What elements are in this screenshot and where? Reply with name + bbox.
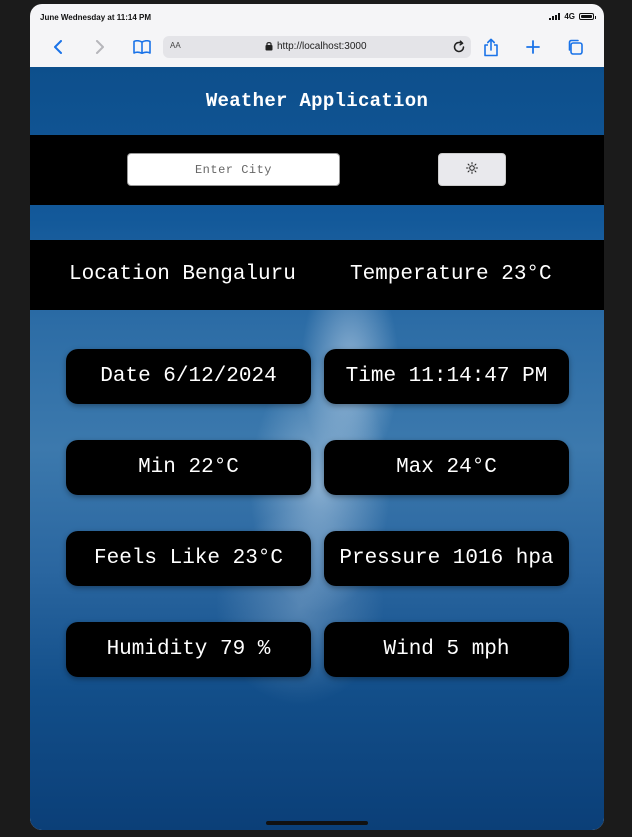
temperature-label: Temperature 23°C (350, 263, 552, 286)
battery-icon (579, 13, 596, 20)
date-card: Date 6/12/2024 (66, 349, 311, 404)
url-text: http://localhost:3000 (277, 41, 367, 52)
humidity-card: Humidity 79 % (66, 622, 311, 677)
network-label: 4G (564, 12, 575, 21)
home-indicator[interactable] (266, 821, 368, 825)
forward-icon[interactable] (89, 37, 109, 57)
new-tab-icon[interactable] (523, 37, 543, 57)
bookmarks-icon[interactable] (132, 37, 152, 57)
text-size-button[interactable]: AA (170, 41, 181, 50)
status-bar: June Wednesday at 11:14 PM 4G (30, 4, 604, 28)
time-card: Time 11:14:47 PM (324, 349, 569, 404)
search-bar (30, 135, 604, 205)
page-title: Weather Application (205, 90, 429, 112)
feels-like-card: Feels Like 23°C (66, 531, 311, 586)
tablet-screen: June Wednesday at 11:14 PM 4G AA http://… (30, 4, 604, 830)
lock-icon (265, 41, 273, 54)
browser-toolbar: AA http://localhost:3000 (30, 28, 604, 66)
reload-icon[interactable] (450, 38, 468, 56)
wind-card: Wind 5 mph (324, 622, 569, 677)
search-button[interactable] (438, 153, 506, 186)
signal-icon (549, 13, 561, 20)
status-time: June Wednesday at 11:14 PM (40, 13, 152, 22)
max-temp-card: Max 24°C (324, 440, 569, 495)
min-temp-card: Min 22°C (66, 440, 311, 495)
status-indicators: 4G (549, 12, 596, 21)
sun-icon (466, 162, 478, 177)
pressure-card: Pressure 1016 hpa (324, 531, 569, 586)
weather-page: Weather Application Location Bengaluru T… (30, 67, 604, 830)
share-icon[interactable] (481, 37, 501, 57)
back-icon[interactable] (49, 37, 69, 57)
current-summary: Location Bengaluru Temperature 23°C (30, 240, 604, 310)
address-bar[interactable]: AA http://localhost:3000 (163, 36, 471, 58)
location-label: Location Bengaluru (69, 263, 296, 286)
city-input[interactable] (127, 153, 340, 186)
tabs-overview-icon[interactable] (565, 37, 585, 57)
